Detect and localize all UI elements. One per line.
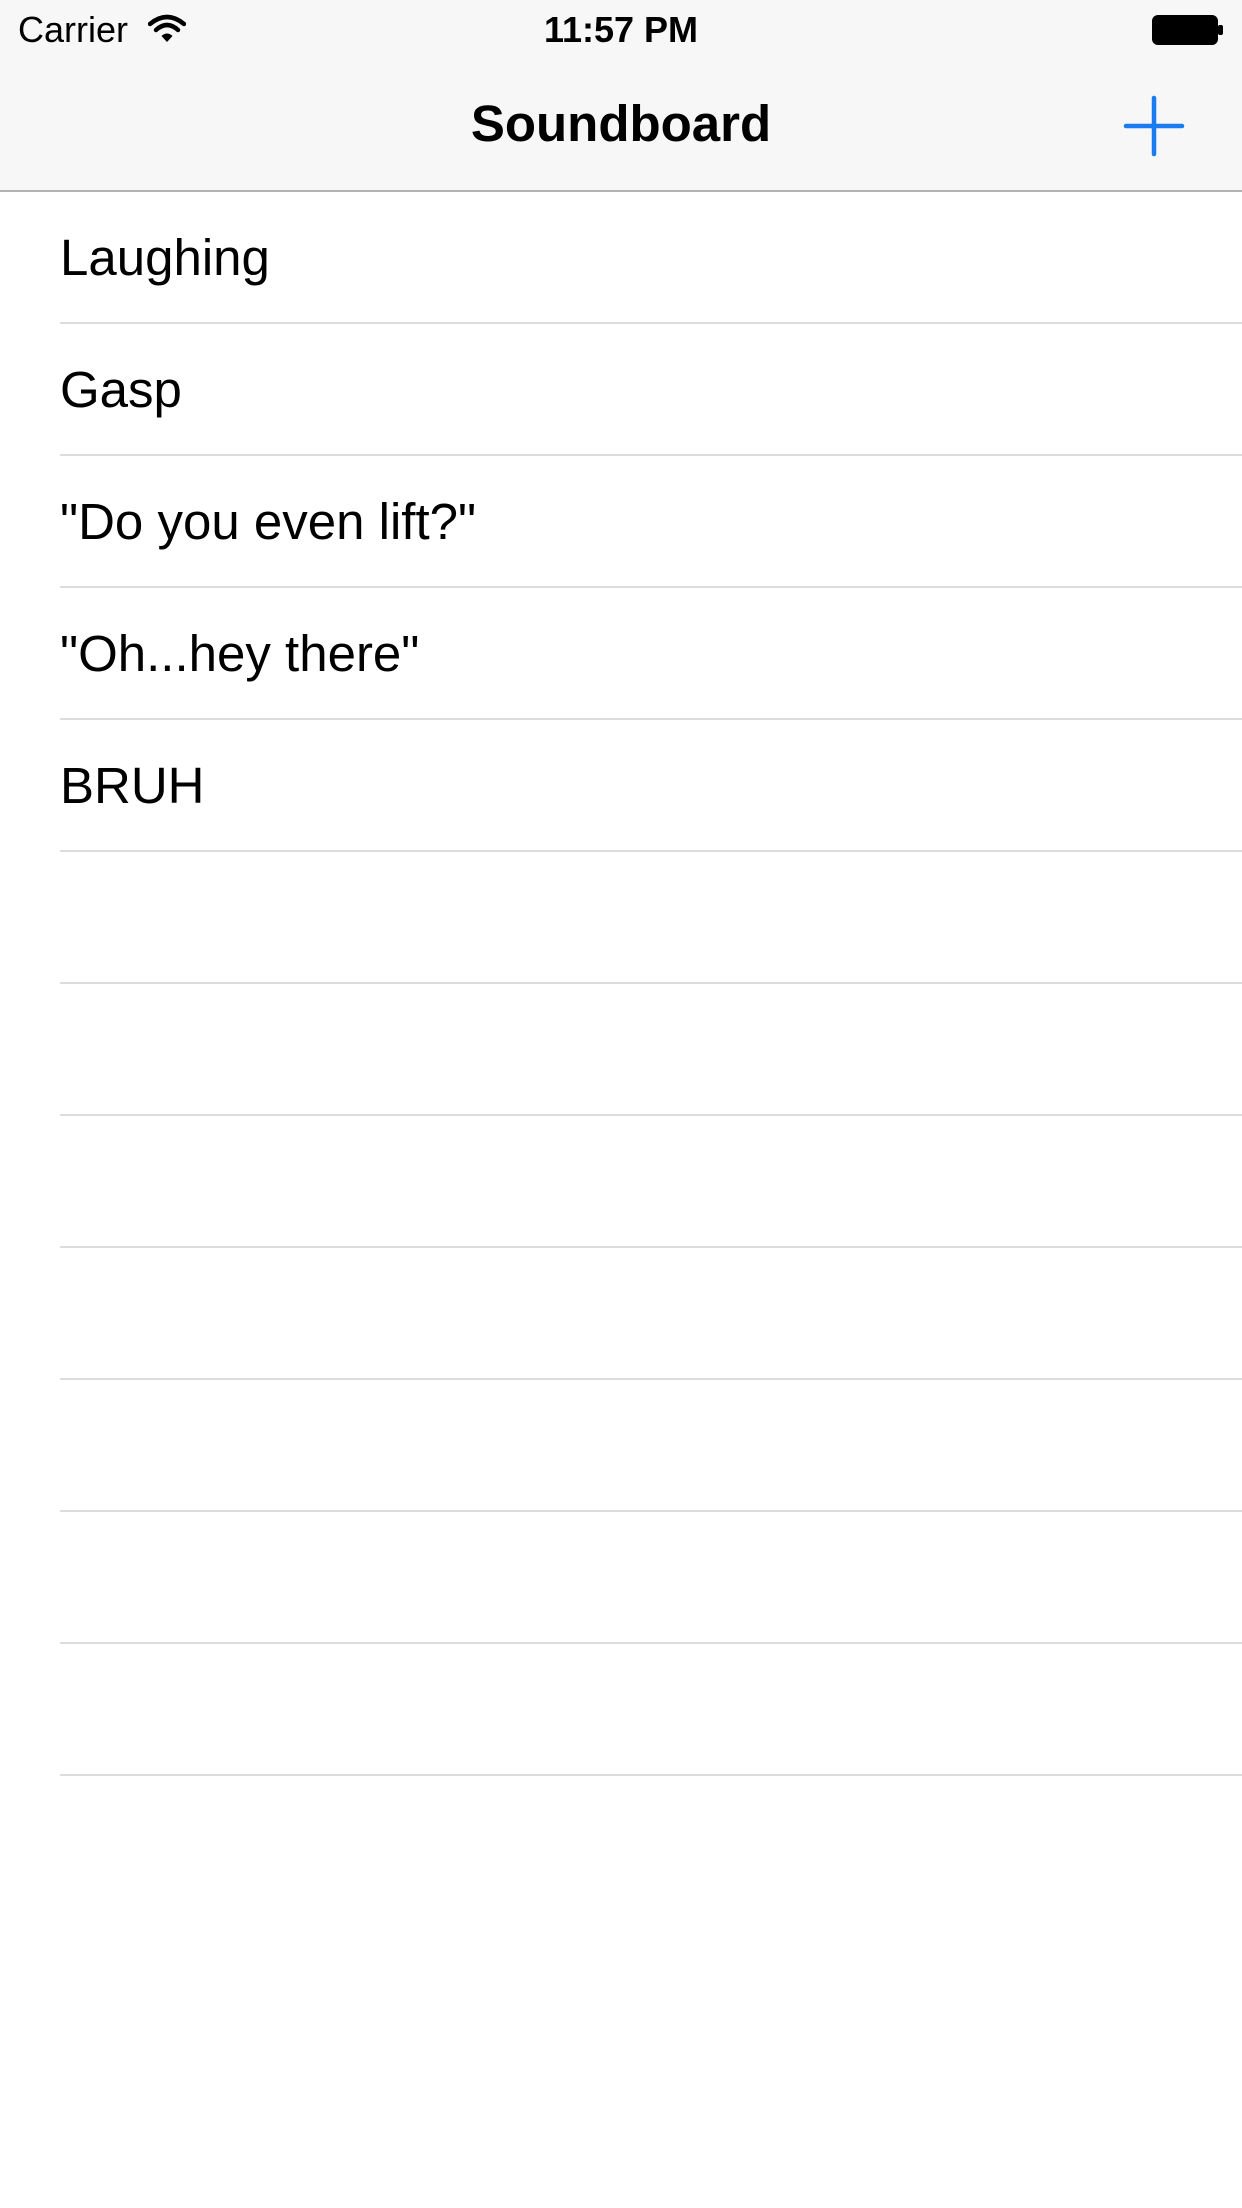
list-item-label: BRUH xyxy=(60,757,205,814)
list-item-label: Laughing xyxy=(60,229,270,286)
navigation-bar: Soundboard xyxy=(0,60,1242,192)
list-item[interactable]: Laughing xyxy=(0,192,1242,324)
list-item[interactable]: "Do you even lift?" xyxy=(0,456,1242,588)
list-item-label: "Oh...hey there" xyxy=(60,625,420,682)
sound-list: Laughing Gasp "Do you even lift?" "Oh...hey… xyxy=(0,192,1242,1776)
empty-list-row xyxy=(0,1116,1242,1248)
plus-icon xyxy=(1123,95,1185,157)
empty-list-row xyxy=(0,1380,1242,1512)
empty-list-row xyxy=(0,1248,1242,1380)
list-item-label: Gasp xyxy=(60,361,182,418)
empty-list-row xyxy=(0,1644,1242,1776)
empty-list-row xyxy=(0,852,1242,984)
list-item[interactable]: "Oh...hey there" xyxy=(0,588,1242,720)
empty-list-row xyxy=(0,1512,1242,1644)
status-bar: Carrier 11:57 PM xyxy=(0,0,1242,60)
add-sound-button[interactable] xyxy=(1118,90,1190,162)
page-title: Soundboard xyxy=(470,95,772,152)
list-item[interactable]: BRUH xyxy=(0,720,1242,852)
clock-time: 11:57 PM xyxy=(543,9,699,50)
battery-icon xyxy=(1152,15,1223,45)
list-item[interactable]: Gasp xyxy=(0,324,1242,456)
empty-list-row xyxy=(0,984,1242,1116)
list-item-label: "Do you even lift?" xyxy=(60,493,477,550)
